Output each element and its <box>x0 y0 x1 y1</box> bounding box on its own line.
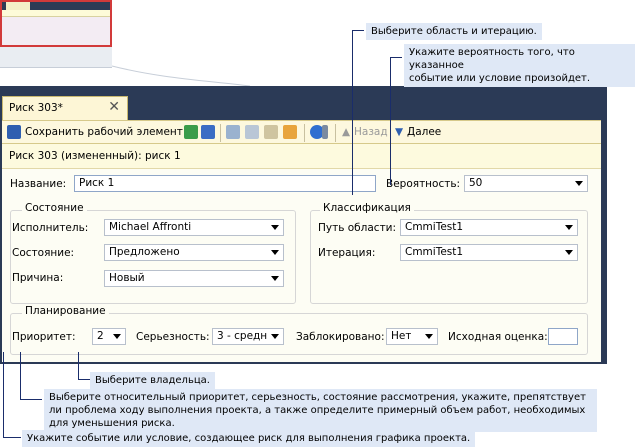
back-button[interactable]: Назад <box>354 124 388 140</box>
forward-button[interactable]: Далее <box>407 124 441 140</box>
area-path-value: CmmiTest1 <box>405 221 464 233</box>
probability-select[interactable]: 50 <box>464 175 588 192</box>
title-value: Риск 1 <box>79 177 115 189</box>
priority-label: Приоритет: <box>12 331 76 343</box>
iteration-select[interactable]: CmmiTest1 <box>400 244 578 261</box>
chevron-down-icon <box>113 334 121 339</box>
probability-value: 50 <box>469 177 483 189</box>
copy-icon[interactable] <box>245 125 259 139</box>
toolbar-separator <box>335 124 336 142</box>
chevron-down-icon <box>565 250 573 255</box>
work-item-form: Риск 303 (измененный): риск 1 Название: … <box>2 144 601 362</box>
chevron-down-icon <box>271 334 279 339</box>
blocked-label: Заблокировано: <box>296 331 385 343</box>
chevron-down-icon <box>565 225 573 230</box>
title-field[interactable]: Риск 1 <box>74 175 376 192</box>
attachment-icon[interactable] <box>226 125 240 139</box>
callout-line-title <box>3 352 4 438</box>
callout-line-owner <box>78 352 79 380</box>
arrow-up-icon: ▲ <box>342 126 351 138</box>
callout-line-title <box>3 437 21 438</box>
chevron-down-icon <box>271 250 279 255</box>
chevron-down-icon <box>271 276 279 281</box>
callout-line-owner <box>78 379 90 380</box>
tab-title: Риск 303* <box>9 102 63 114</box>
save-button[interactable]: Сохранить рабочий элемент <box>25 124 183 140</box>
reason-label: Причина: <box>12 272 64 284</box>
reason-select[interactable]: Новый <box>104 270 284 287</box>
arrow-down-icon: ▼ <box>395 126 404 138</box>
iteration-value: CmmiTest1 <box>405 246 464 258</box>
work-item-header: Риск 303 (измененный): риск 1 <box>2 144 601 169</box>
callout-line-area <box>352 30 353 195</box>
callout-line-planning <box>20 352 21 400</box>
title-label: Название: <box>10 178 67 190</box>
chevron-down-icon <box>271 225 279 230</box>
probability-label: Вероятность: <box>386 178 461 190</box>
close-icon[interactable]: ✕ <box>108 99 120 115</box>
toolbar-separator <box>304 124 305 142</box>
tab-risk-303[interactable]: Риск 303* ✕ <box>2 96 128 120</box>
check-icon[interactable] <box>283 125 297 139</box>
planning-group-title: Планирование <box>22 305 109 317</box>
toolbar-separator <box>220 124 221 142</box>
area-path-select[interactable]: CmmiTest1 <box>400 219 578 236</box>
assigned-value: Michael Affronti <box>109 221 192 233</box>
help-dropdown-icon[interactable] <box>322 125 328 139</box>
priority-select[interactable]: 2 <box>92 328 126 345</box>
severity-value: 3 - средн <box>217 330 268 342</box>
severity-label: Серьезность: <box>136 331 210 343</box>
original-estimate-field[interactable] <box>548 328 578 345</box>
reason-value: Новый <box>109 272 145 284</box>
classification-group-title: Классификация <box>320 202 414 214</box>
callout-line-planning <box>20 399 42 400</box>
area-path-label: Путь области: <box>318 222 397 234</box>
status-select[interactable]: Предложено <box>104 244 284 261</box>
callout-planning: Выберите относительный приоритет, серьез… <box>44 389 597 432</box>
callout-title: Укажите событие или условие, создающее р… <box>22 430 476 447</box>
chevron-down-icon <box>575 181 583 186</box>
status-label: Состояние: <box>12 247 75 259</box>
state-group-title: Состояние <box>22 202 87 214</box>
callout-line-probability <box>390 57 391 185</box>
iteration-label: Итерация: <box>318 247 376 259</box>
priority-value: 2 <box>97 330 104 342</box>
assigned-to-select[interactable]: Michael Affronti <box>104 219 284 236</box>
status-value: Предложено <box>109 246 180 258</box>
work-item-title: Риск 303 (измененный): риск 1 <box>9 150 181 162</box>
blocked-value: Нет <box>391 330 412 342</box>
blocked-select[interactable]: Нет <box>386 328 438 345</box>
save-icon[interactable] <box>7 125 21 139</box>
callout-line-area <box>352 30 364 31</box>
callout-owner: Выберите владельца. <box>90 372 215 389</box>
callout-line-probability <box>390 57 402 58</box>
severity-select[interactable]: 3 - средн <box>212 328 284 345</box>
chevron-down-icon <box>425 334 433 339</box>
link-icon[interactable] <box>264 125 278 139</box>
estimate-label: Исходная оценка: <box>448 331 548 343</box>
refresh-icon[interactable] <box>184 125 198 139</box>
toolbar: Сохранить рабочий элемент ▲ Назад ▼ Дале… <box>2 120 601 144</box>
assigned-label: Исполнитель: <box>12 222 89 234</box>
callout-probability: Укажите вероятность того, что указанное … <box>404 44 635 87</box>
undo-icon[interactable] <box>201 125 215 139</box>
callout-area: Выберите область и итерацию. <box>366 23 542 40</box>
